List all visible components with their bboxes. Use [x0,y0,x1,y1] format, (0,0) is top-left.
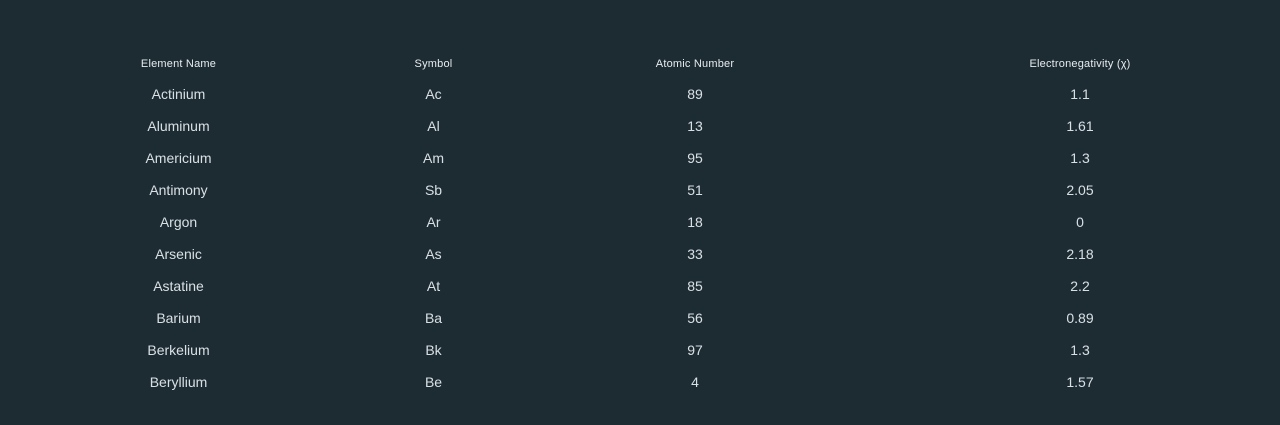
column-header-element-name: Element Name [140,57,217,70]
column-header-atomic-number: Atomic Number [655,57,735,70]
cell-symbol: Be [424,374,443,390]
cell-symbol: At [426,278,441,294]
cell-atomic-number: 97 [687,342,703,358]
cell-atomic-number: 56 [687,310,703,326]
cell-atomic-number: 95 [687,150,703,166]
cell-element-name: Antimony [149,182,208,198]
table-row: Aluminum Al 13 1.61 [0,110,1280,142]
elements-table: Element Name Symbol Atomic Number Electr… [0,49,1280,398]
column-header-electronegativity: Electronegativity (χ) [1029,57,1131,70]
page: Element Name Symbol Atomic Number Electr… [0,0,1280,425]
cell-electronegativity: 2.05 [1066,182,1094,198]
cell-symbol: Al [427,118,440,134]
cell-symbol: As [425,246,442,262]
cell-symbol: Bk [425,342,442,358]
table-row: Barium Ba 56 0.89 [0,302,1280,334]
table-row: Argon Ar 18 0 [0,206,1280,238]
table-row: Berkelium Bk 97 1.3 [0,334,1280,366]
cell-element-name: Berkelium [147,342,210,358]
cell-electronegativity: 1.3 [1070,150,1090,166]
table-header: Element Name Symbol Atomic Number Electr… [0,49,1280,78]
cell-atomic-number: 85 [687,278,703,294]
table-row: Beryllium Be 4 1.57 [0,366,1280,398]
cell-element-name: Arsenic [155,246,202,262]
cell-electronegativity: 0.89 [1066,310,1094,326]
cell-atomic-number: 89 [687,86,703,102]
cell-electronegativity: 1.3 [1070,342,1090,358]
cell-atomic-number: 18 [687,214,703,230]
column-header-symbol: Symbol [414,57,453,70]
cell-electronegativity: 1.1 [1070,86,1090,102]
cell-symbol: Ac [425,86,442,102]
table-row: Arsenic As 33 2.18 [0,238,1280,270]
cell-element-name: Argon [159,214,198,230]
cell-symbol: Ar [426,214,441,230]
header-row: Element Name Symbol Atomic Number Electr… [0,49,1280,78]
cell-atomic-number: 13 [687,118,703,134]
cell-element-name: Barium [156,310,201,326]
cell-symbol: Sb [424,182,443,198]
table-row: Antimony Sb 51 2.05 [0,174,1280,206]
cell-element-name: Actinium [151,86,206,102]
cell-electronegativity: 2.2 [1070,278,1090,294]
table-row: Actinium Ac 89 1.1 [0,78,1280,110]
cell-symbol: Ba [424,310,443,326]
cell-electronegativity: 1.61 [1066,118,1094,134]
cell-electronegativity: 0 [1076,214,1084,230]
cell-element-name: Beryllium [149,374,208,390]
cell-electronegativity: 1.57 [1066,374,1094,390]
cell-symbol: Am [423,150,444,166]
cell-atomic-number: 51 [687,182,703,198]
cell-electronegativity: 2.18 [1066,246,1094,262]
cell-atomic-number: 4 [691,374,699,390]
cell-atomic-number: 33 [687,246,703,262]
cell-element-name: Americium [145,150,212,166]
cell-element-name: Aluminum [147,118,210,134]
table-row: Astatine At 85 2.2 [0,270,1280,302]
table-row: Americium Am 95 1.3 [0,142,1280,174]
table-body: Actinium Ac 89 1.1 Aluminum Al 13 1.61 A… [0,78,1280,398]
cell-element-name: Astatine [153,278,204,294]
